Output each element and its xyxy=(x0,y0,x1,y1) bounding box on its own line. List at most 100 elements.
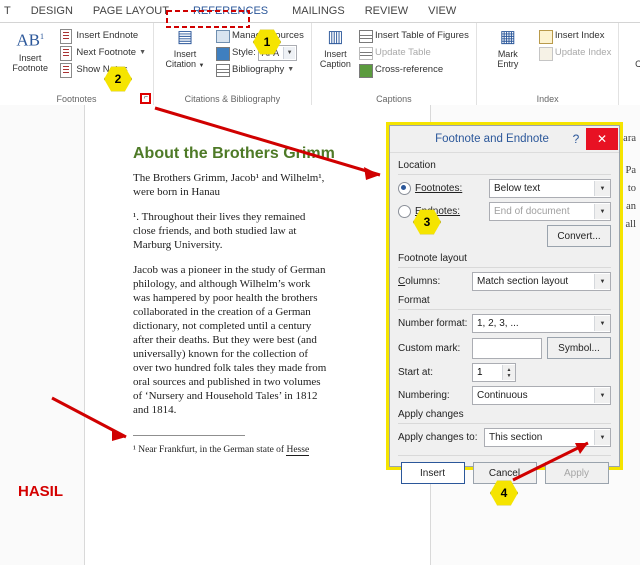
start-at-row[interactable]: Start at: 1 ▲ ▼ xyxy=(398,363,611,382)
cancel-button[interactable]: Cancel xyxy=(472,462,537,484)
right-fragment-5: all xyxy=(625,219,637,230)
chevron-down-icon: ▼ xyxy=(594,204,610,219)
footnote-separator xyxy=(133,435,245,436)
columns-row[interactable]: CColumns:olumns: Match section layout ▼ xyxy=(398,272,611,291)
tab-references[interactable]: REFERENCES xyxy=(183,2,278,20)
next-footnote-icon xyxy=(59,45,73,61)
custom-mark-input[interactable] xyxy=(472,337,542,359)
dialog-title: Footnote and Endnote xyxy=(435,133,549,145)
ribbon: AB1 Insert Footnote Insert Endnote Next F… xyxy=(0,23,640,106)
right-fragment-4: an xyxy=(626,201,636,212)
chevron-down-icon: ▼ xyxy=(139,49,146,56)
convert-button[interactable]: Convert... xyxy=(547,225,611,247)
footnotes-radio[interactable] xyxy=(398,182,411,195)
next-footnote-button[interactable]: Next Footnote ▼ xyxy=(57,44,148,61)
insert-citation-button[interactable]: ▤ Insert Citation ▼ xyxy=(159,25,211,93)
ribbon-tab-bar[interactable]: T DESIGN PAGE LAYOUT REFERENCES MAILINGS… xyxy=(0,0,640,23)
symbol-button[interactable]: Symbol... xyxy=(547,337,611,359)
number-format-label: Number format: xyxy=(398,318,468,329)
chevron-down-icon: ▼ xyxy=(594,388,610,403)
footnote-link[interactable]: Hesse xyxy=(286,445,310,456)
tab-review[interactable]: REVIEW xyxy=(355,2,418,20)
divider xyxy=(398,267,611,268)
bibliography-button[interactable]: Bibliography ▼ xyxy=(213,61,306,78)
footnote-text: ¹ Near Frankfurt, in the German state of… xyxy=(133,445,310,456)
update-table-button[interactable]: Update Table xyxy=(356,44,471,61)
dialog-title-bar[interactable]: Footnote and Endnote ? ✕ xyxy=(390,126,619,153)
number-format-row[interactable]: Number format: 1, 2, 3, ... ▼ xyxy=(398,314,611,333)
show-notes-icon xyxy=(59,62,73,78)
insert-caption-icon: ▥ xyxy=(327,27,344,46)
custom-mark-row[interactable]: Custom mark: Symbol... xyxy=(398,337,611,359)
show-notes-button[interactable]: Show Notes xyxy=(57,61,148,78)
numbering-row[interactable]: Numbering: Continuous ▼ xyxy=(398,386,611,405)
numbering-dropdown[interactable]: Continuous ▼ xyxy=(472,386,611,405)
chevron-down-icon: ▼ xyxy=(283,46,296,59)
ribbon-group-citations: ▤ Insert Citation ▼ Manage Sources Style:… xyxy=(154,23,312,105)
document-paragraph-3: Jacob was a pioneer in the study of Germ… xyxy=(133,264,327,416)
group-label-footnotes: Footnotes xyxy=(56,94,97,104)
insert-footnote-icon: AB1 xyxy=(16,30,44,50)
endnotes-location-dropdown: End of document ▼ xyxy=(489,202,611,221)
help-icon[interactable]: ? xyxy=(566,132,586,146)
divider xyxy=(398,174,611,175)
stepper-arrows-icon[interactable]: ▲ ▼ xyxy=(502,365,515,380)
dialog-button-row: Insert Cancel Apply xyxy=(398,462,611,484)
mark-entry-icon: ▦ xyxy=(499,27,516,46)
insert-footnote-button[interactable]: AB1 Insert Footnote xyxy=(5,25,55,93)
footnote-dialog-launcher[interactable]: ⌐ xyxy=(140,93,151,104)
chevron-down-icon: ▼ xyxy=(594,274,610,289)
insert-endnote-icon xyxy=(59,28,73,44)
footnote-layout-section-label: Footnote layout xyxy=(398,253,467,264)
apply-to-dropdown[interactable]: This section ▼ xyxy=(484,428,611,447)
tab-truncated[interactable]: T xyxy=(0,2,21,20)
columns-dropdown[interactable]: Match section layout ▼ xyxy=(472,272,611,291)
bibliography-icon xyxy=(215,63,230,77)
insert-caption-button[interactable]: ▥ Insert Caption xyxy=(317,25,354,93)
start-at-stepper[interactable]: 1 ▲ ▼ xyxy=(472,363,516,382)
manage-sources-icon xyxy=(215,29,230,43)
tab-design[interactable]: DESIGN xyxy=(21,2,83,20)
apply-to-row[interactable]: Apply changes to: This section ▼ xyxy=(398,428,611,447)
apply-button[interactable]: Apply xyxy=(544,462,609,484)
divider xyxy=(398,455,611,456)
insert-index-button[interactable]: Insert Index xyxy=(536,27,614,44)
style-icon xyxy=(215,46,230,61)
insert-endnote-button[interactable]: Insert Endnote xyxy=(57,27,148,44)
insert-table-of-figures-button[interactable]: Insert Table of Figures xyxy=(356,27,471,44)
update-index-button[interactable]: Update Index xyxy=(536,44,614,61)
chevron-down-icon: ▼ xyxy=(594,181,610,196)
chevron-down-icon: ▼ xyxy=(594,430,610,445)
footnote-text-prefix: ¹ Near Frankfurt, in the German state of xyxy=(133,445,287,455)
chevron-down-icon: ▼ xyxy=(287,66,295,73)
insert-citation-icon: ▤ xyxy=(176,27,194,46)
footnote-endnote-dialog[interactable]: Footnote and Endnote ? ✕ Location Footno… xyxy=(386,122,623,484)
mark-citation-button[interactable]: ▧ MarkCitation xyxy=(624,25,640,93)
divider xyxy=(398,423,611,424)
custom-mark-label: Custom mark: xyxy=(398,342,461,354)
close-icon[interactable]: ✕ xyxy=(586,128,618,150)
tab-view[interactable]: VIEW xyxy=(418,2,466,20)
columns-label: CColumns:olumns: xyxy=(398,276,441,287)
number-format-dropdown[interactable]: 1, 2, 3, ... ▼ xyxy=(472,314,611,333)
update-table-icon xyxy=(358,46,373,60)
footnotes-location-dropdown[interactable]: Below text ▼ xyxy=(489,179,611,198)
divider xyxy=(398,309,611,310)
group-label-captions: Captions xyxy=(376,94,412,104)
ribbon-group-captions: ▥ Insert Caption Insert Table of Figures … xyxy=(312,23,477,105)
table-of-figures-icon xyxy=(358,29,373,43)
cross-reference-button[interactable]: Cross-reference xyxy=(356,61,471,78)
annotation-hasil-label: HASIL xyxy=(18,483,63,500)
ribbon-group-index: ▦ Mark Entry Insert Index Update Index In… xyxy=(477,23,620,105)
document-paragraph-2: ¹. Throughout their lives they remained … xyxy=(133,211,306,251)
mark-entry-button[interactable]: ▦ Mark Entry xyxy=(482,25,534,93)
insert-button[interactable]: Insert xyxy=(400,462,465,484)
location-section-label: Location xyxy=(398,160,436,171)
numbering-label: Numbering: xyxy=(398,390,450,401)
document-page[interactable]: About the Brothers Grimm The Brothers Gr… xyxy=(85,105,431,565)
tab-mailings[interactable]: MAILINGS xyxy=(282,2,355,20)
endnotes-radio[interactable] xyxy=(398,205,411,218)
apply-changes-section-label: Apply changes xyxy=(398,409,464,420)
tab-page-layout[interactable]: PAGE LAYOUT xyxy=(83,2,179,20)
footnotes-option-row[interactable]: Footnotes: Below text ▼ xyxy=(398,179,611,198)
